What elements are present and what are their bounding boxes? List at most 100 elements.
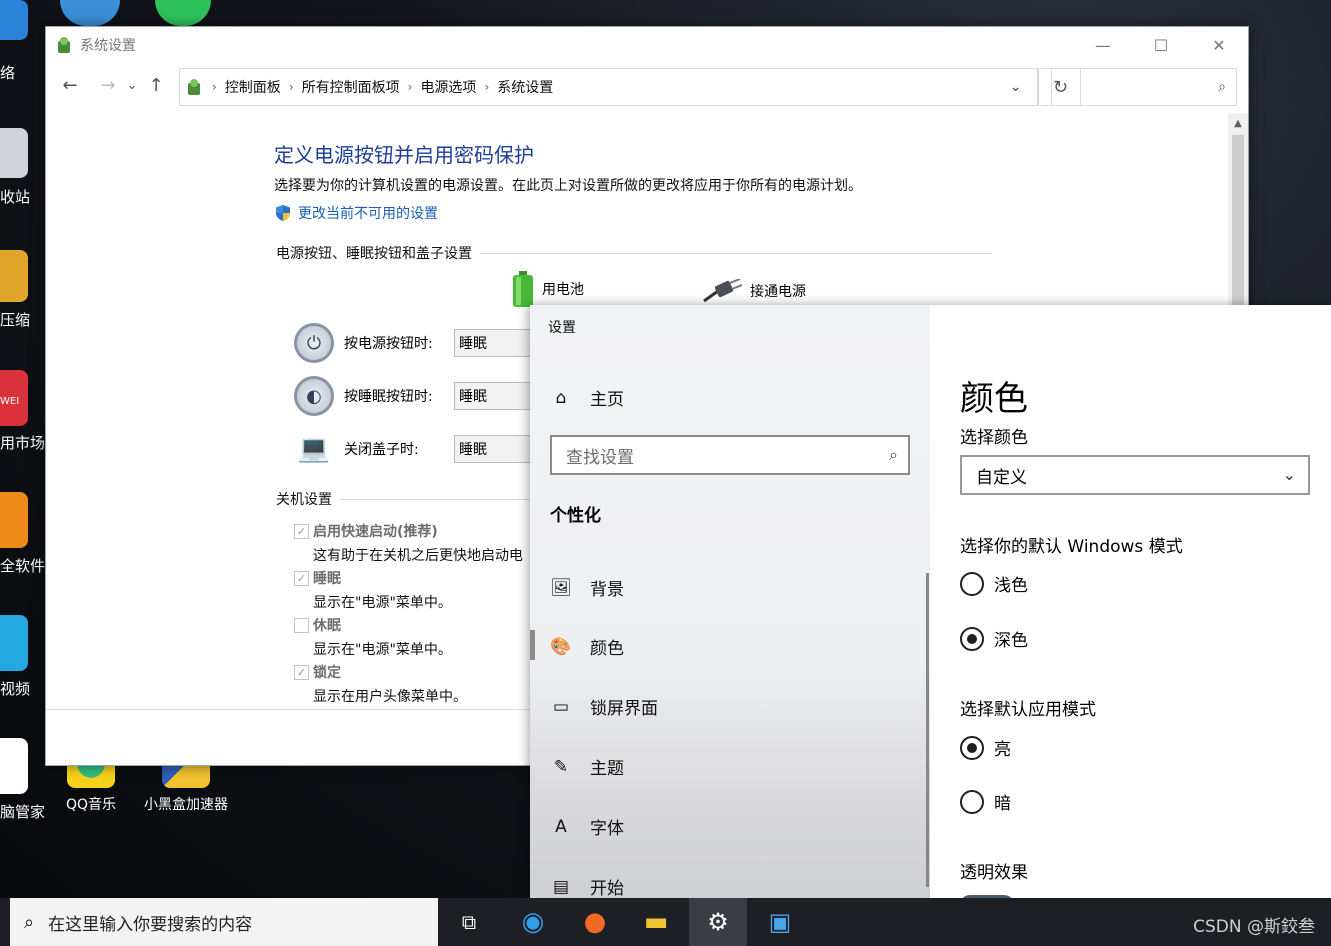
power-button-battery-select[interactable]: 睡眠 xyxy=(454,329,534,357)
fast-startup-checkbox[interactable]: ✓ xyxy=(294,523,309,539)
file-explorer-icon[interactable]: ▬ xyxy=(627,898,685,946)
recycle-bin-icon[interactable] xyxy=(0,128,28,178)
battery-column-header: 用电池 xyxy=(512,271,584,307)
app-mode-light-radio[interactable]: 亮 xyxy=(960,735,1011,760)
shutdown-section-title: 关机设置 xyxy=(276,492,332,508)
sleep-button-label: 按睡眠按钮时: xyxy=(344,389,433,405)
breadcrumb-system-settings[interactable]: 系统设置 xyxy=(497,77,553,97)
maximize-button[interactable]: ☐ xyxy=(1132,27,1190,63)
up-button[interactable]: ↑ xyxy=(142,71,170,99)
lid-close-battery-select[interactable]: 睡眠 xyxy=(454,435,534,463)
sidebar-item-themes[interactable]: ✎ 主题 xyxy=(550,754,624,780)
windows-mode-dark-radio[interactable]: 深色 xyxy=(960,626,1028,651)
breadcrumb-power-options[interactable]: 电源选项 xyxy=(420,77,476,97)
sidebar-item-lock-screen[interactable]: ▭ 锁屏界面 xyxy=(550,694,658,720)
edge-icon[interactable]: ◉ xyxy=(504,898,562,946)
sidebar-item-fonts[interactable]: A 字体 xyxy=(550,814,624,840)
app-mode-label: 选择默认应用模式 xyxy=(960,700,1096,720)
wechat-desktop-icon[interactable] xyxy=(155,0,211,26)
desktop-icon-label: QQ音乐 xyxy=(65,797,117,813)
scroll-up-icon[interactable]: ▲ xyxy=(1228,113,1248,133)
fast-startup-description: 这有助于在关机之后更快地启动电 xyxy=(313,548,523,564)
sleep-button-battery-select[interactable]: 睡眠 xyxy=(454,382,534,410)
lid-close-label: 关闭盖子时: xyxy=(344,442,419,458)
minimize-button[interactable]: — xyxy=(1074,27,1132,63)
lock-label: 锁定 xyxy=(313,665,341,681)
power-plug-icon xyxy=(703,279,742,303)
fast-startup-label: 启用快速启动(推荐) xyxy=(313,524,438,540)
sleep-checkbox[interactable]: ✓ xyxy=(294,570,309,586)
desktop-label-network: 络 xyxy=(0,64,16,82)
choose-color-dropdown[interactable]: 自定义 ⌄ xyxy=(960,455,1310,495)
fast-startup-option: ✓ 启用快速启动(推荐) 这有助于在关机之后更快地启动电 xyxy=(294,521,523,565)
settings-search-placeholder: 查找设置 xyxy=(566,447,634,468)
network-icon[interactable] xyxy=(0,0,28,40)
video-icon[interactable] xyxy=(0,615,28,671)
palette-icon: 🎨 xyxy=(550,636,572,657)
choose-color-label: 选择颜色 xyxy=(960,428,1028,448)
settings-window: 设置 ⌂ 主页 查找设置 ⌕ 个性化 🖼 背景 🎨 颜色 ▭ 锁屏界面 ✎ 主题… xyxy=(530,305,1331,905)
address-dropdown-icon[interactable]: ⌄ xyxy=(994,69,1038,105)
sidebar-item-label: 背景 xyxy=(590,580,624,600)
app-market-icon[interactable]: WEI xyxy=(0,370,28,426)
task-view-icon[interactable]: ⧉ xyxy=(440,898,498,946)
control-panel-search[interactable]: ⌕ xyxy=(1051,68,1237,106)
security-software-icon[interactable] xyxy=(0,492,28,548)
sidebar-item-start[interactable]: ▤ 开始 xyxy=(550,874,624,900)
back-button[interactable]: ← xyxy=(56,71,84,99)
pc-manager-icon[interactable] xyxy=(0,738,28,794)
change-unavailable-settings-link[interactable]: 更改当前不可用的设置 xyxy=(274,203,438,223)
breadcrumb-separator-icon: › xyxy=(407,80,413,94)
section-divider xyxy=(480,252,992,254)
theme-icon: ✎ xyxy=(553,756,569,777)
firefox-icon[interactable]: ● xyxy=(566,898,624,946)
hibernate-checkbox[interactable] xyxy=(294,617,309,633)
settings-search-input[interactable]: 查找设置 ⌕ xyxy=(550,435,910,475)
address-bar[interactable]: › 控制面板 › 所有控制面板项 › 电源选项 › 系统设置 ⌄ xyxy=(179,68,1039,106)
lid-close-row: 💻 关闭盖子时: 睡眠 xyxy=(294,429,534,469)
settings-gear-icon[interactable]: ⚙ xyxy=(689,898,747,946)
scrollbar-thumb[interactable] xyxy=(1232,135,1244,315)
browser-desktop-icon[interactable] xyxy=(60,0,120,26)
close-button[interactable]: ✕ xyxy=(1190,27,1248,63)
sidebar-item-colors[interactable]: 🎨 颜色 xyxy=(550,634,624,660)
background-icon: 🖼 xyxy=(550,577,572,598)
lock-screen-icon: ▭ xyxy=(552,696,570,717)
breadcrumb-separator-icon: › xyxy=(484,80,490,94)
desktop-label-security: 全软件 xyxy=(0,557,46,575)
buttons-lid-section-title: 电源按钮、睡眠按钮和盖子设置 xyxy=(276,246,472,262)
settings-home-item[interactable]: ⌂ 主页 xyxy=(550,385,624,411)
windows-mode-light-radio[interactable]: 浅色 xyxy=(960,571,1028,596)
sleep-button-row: ◐ 按睡眠按钮时: 睡眠 xyxy=(294,376,534,416)
hibernate-description: 显示在"电源"菜单中。 xyxy=(313,642,452,658)
navigation-bar: ← → ⌄ ↑ › 控制面板 › 所有控制面板项 › 电源选项 › 系统设置 ⌄… xyxy=(46,63,1248,107)
address-app-icon xyxy=(188,79,200,95)
personalization-section-title: 个性化 xyxy=(550,506,601,526)
sidebar-item-background[interactable]: 🖼 背景 xyxy=(550,575,624,601)
sleep-button-icon: ◐ xyxy=(294,376,334,416)
lock-checkbox[interactable]: ✓ xyxy=(294,664,309,680)
app-mode-dark-radio[interactable]: 暗 xyxy=(960,789,1011,814)
control-panel-icon[interactable]: ▣ xyxy=(751,898,809,946)
power-button-row: ⏻ 按电源按钮时: 睡眠 xyxy=(294,323,534,363)
archive-icon[interactable] xyxy=(0,250,28,302)
breadcrumb-all-items[interactable]: 所有控制面板项 xyxy=(302,77,400,97)
sleep-option: ✓ 睡眠 显示在"电源"菜单中。 xyxy=(294,568,452,612)
recent-locations-button[interactable]: ⌄ xyxy=(122,71,142,99)
sidebar-item-label: 主题 xyxy=(590,759,624,779)
battery-icon xyxy=(513,271,533,307)
lock-option: ✓ 锁定 显示在用户头像菜单中。 xyxy=(294,662,467,706)
taskbar-search-box[interactable]: ⌕ 在这里输入你要搜索的内容 xyxy=(10,898,438,946)
radio-label: 浅色 xyxy=(994,576,1028,596)
hibernate-label: 休眠 xyxy=(313,618,341,634)
settings-sidebar: 设置 ⌂ 主页 查找设置 ⌕ 个性化 🖼 背景 🎨 颜色 ▭ 锁屏界面 ✎ 主题… xyxy=(530,305,930,900)
forward-button[interactable]: → xyxy=(94,71,122,99)
page-description: 选择要为你的计算机设置的电源设置。在此页上对设置所做的更改将应用于你所有的电源计… xyxy=(274,178,862,194)
shutdown-section-header: 关机设置 xyxy=(276,489,536,509)
breadcrumb-control-panel[interactable]: 控制面板 xyxy=(225,77,281,97)
buttons-lid-section-header: 电源按钮、睡眠按钮和盖子设置 xyxy=(276,243,992,263)
power-button-label: 按电源按钮时: xyxy=(344,336,433,352)
sidebar-scrollbar[interactable] xyxy=(926,573,929,887)
choose-color-value: 自定义 xyxy=(976,467,1027,488)
control-panel-titlebar[interactable]: 系统设置 — ☐ ✕ xyxy=(46,27,1248,63)
